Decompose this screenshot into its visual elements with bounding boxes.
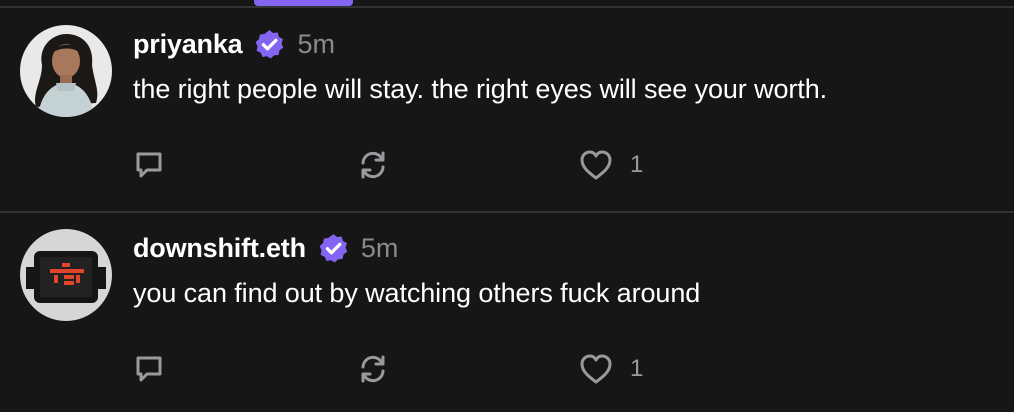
verified-badge-icon [253, 28, 286, 61]
like-button[interactable]: 1 [578, 148, 643, 182]
like-count: 1 [630, 355, 644, 382]
post-header: downshift.eth 5m [133, 230, 398, 266]
post-header: priyanka 5m [133, 26, 335, 62]
heart-icon [578, 352, 614, 386]
timestamp: 5m [360, 232, 399, 263]
recast-icon [356, 352, 390, 386]
username[interactable]: downshift.eth [133, 233, 306, 264]
reply-button[interactable] [132, 148, 166, 182]
verified-badge-icon [317, 232, 350, 265]
comment-icon [132, 148, 166, 182]
post[interactable]: downshift.eth 5m you can find out by wat… [0, 212, 1014, 412]
reply-button[interactable] [132, 352, 166, 386]
pixel-robot-avatar [20, 229, 112, 321]
timestamp: 5m [297, 28, 335, 59]
post[interactable]: priyanka 5m the right people will stay. … [0, 8, 1014, 210]
feed: priyanka 5m the right people will stay. … [0, 0, 1014, 412]
like-button[interactable]: 1 [578, 352, 643, 386]
avatar[interactable] [20, 229, 112, 321]
avatar[interactable] [20, 25, 112, 117]
post-text: you can find out by watching others fuck… [133, 278, 701, 308]
recast-icon [356, 148, 390, 182]
user-photo [20, 25, 112, 117]
recast-button[interactable] [356, 352, 390, 386]
like-count: 1 [630, 151, 644, 178]
recast-button[interactable] [356, 148, 390, 182]
post-text: the right people will stay. the right ey… [133, 74, 828, 104]
comment-icon [132, 352, 166, 386]
username[interactable]: priyanka [133, 29, 243, 60]
heart-icon [578, 148, 614, 182]
